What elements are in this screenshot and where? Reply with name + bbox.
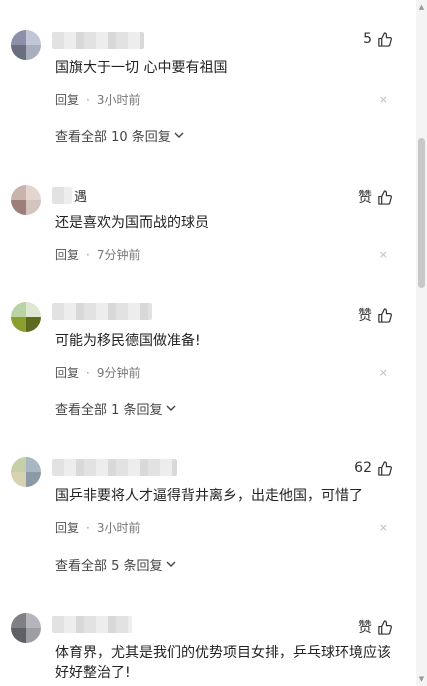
comment-text: 可能为移民德国做准备! [55, 333, 201, 349]
chevron-down-icon [166, 405, 176, 411]
chevron-down-icon [166, 561, 176, 567]
thumbs-up-icon [378, 307, 392, 323]
view-all-replies-link[interactable]: 查看全部 5 条回复 [55, 555, 176, 574]
view-all-replies-link[interactable]: 查看全部 1 条回复 [55, 399, 176, 418]
reply-button[interactable]: 回复 [55, 519, 79, 536]
like-count: 5 [363, 31, 372, 47]
close-icon[interactable]: × [379, 521, 388, 534]
like-label: 赞 [358, 308, 372, 324]
reply-button[interactable]: 回复 [55, 246, 79, 263]
comment-meta: 回复 · 9分钟前 [55, 364, 141, 381]
thumbs-up-icon [378, 619, 392, 635]
scrollbar[interactable]: ▲ ▼ [416, 0, 427, 686]
reply-button[interactable]: 回复 [55, 91, 79, 108]
like-button[interactable]: 62 [354, 460, 392, 476]
like-button[interactable]: 赞 [358, 187, 392, 207]
like-label: 赞 [358, 620, 372, 636]
comment-meta: 回复 · 3小时前 [55, 91, 141, 108]
scroll-down-arrow-icon[interactable]: ▼ [416, 672, 427, 686]
comment-text: 国旗大于一切 心中要有祖国 [55, 60, 228, 76]
reply-button[interactable]: 回复 [55, 364, 79, 381]
comment-text: 体育界，尤其是我们的优势项目女排，乒乓球环境应该好好整治了! [55, 645, 391, 681]
timestamp: 9分钟前 [96, 366, 141, 380]
timestamp: 3小时前 [96, 93, 141, 107]
avatar[interactable] [11, 613, 41, 643]
username-blurred[interactable] [52, 616, 132, 633]
username-blurred[interactable] [52, 303, 152, 320]
avatar[interactable] [11, 185, 41, 215]
like-button[interactable]: 5 [363, 31, 392, 47]
close-icon[interactable]: × [379, 366, 388, 379]
comment-text: 国乒非要将人才逼得背井离乡，出走他国，可惜了 [55, 488, 363, 504]
avatar[interactable] [11, 30, 41, 60]
username[interactable]: 遇 [74, 186, 87, 205]
username-blurred[interactable] [52, 459, 177, 476]
scroll-thumb[interactable] [418, 138, 425, 288]
avatar[interactable] [11, 457, 41, 487]
like-count: 62 [354, 460, 372, 476]
close-icon[interactable]: × [379, 93, 388, 106]
like-button[interactable]: 赞 [358, 617, 392, 637]
timestamp: 3小时前 [96, 521, 141, 535]
username-blurred[interactable] [52, 187, 72, 204]
close-icon[interactable]: × [379, 248, 388, 261]
thumbs-up-icon [378, 31, 392, 47]
thumbs-up-icon [378, 460, 392, 476]
view-all-replies-link[interactable]: 查看全部 10 条回复 [55, 126, 184, 145]
like-label: 赞 [358, 190, 372, 206]
avatar[interactable] [11, 302, 41, 332]
comment-meta: 回复 · 7分钟前 [55, 246, 141, 263]
timestamp: 7分钟前 [96, 248, 141, 262]
comment-meta: 回复 · 3小时前 [55, 519, 141, 536]
chevron-down-icon [174, 132, 184, 138]
username-blurred[interactable] [52, 32, 144, 49]
scroll-up-arrow-icon[interactable]: ▲ [416, 0, 427, 14]
comment-text: 还是喜欢为国而战的球员 [55, 215, 209, 231]
thumbs-up-icon [378, 189, 392, 205]
like-button[interactable]: 赞 [358, 305, 392, 325]
